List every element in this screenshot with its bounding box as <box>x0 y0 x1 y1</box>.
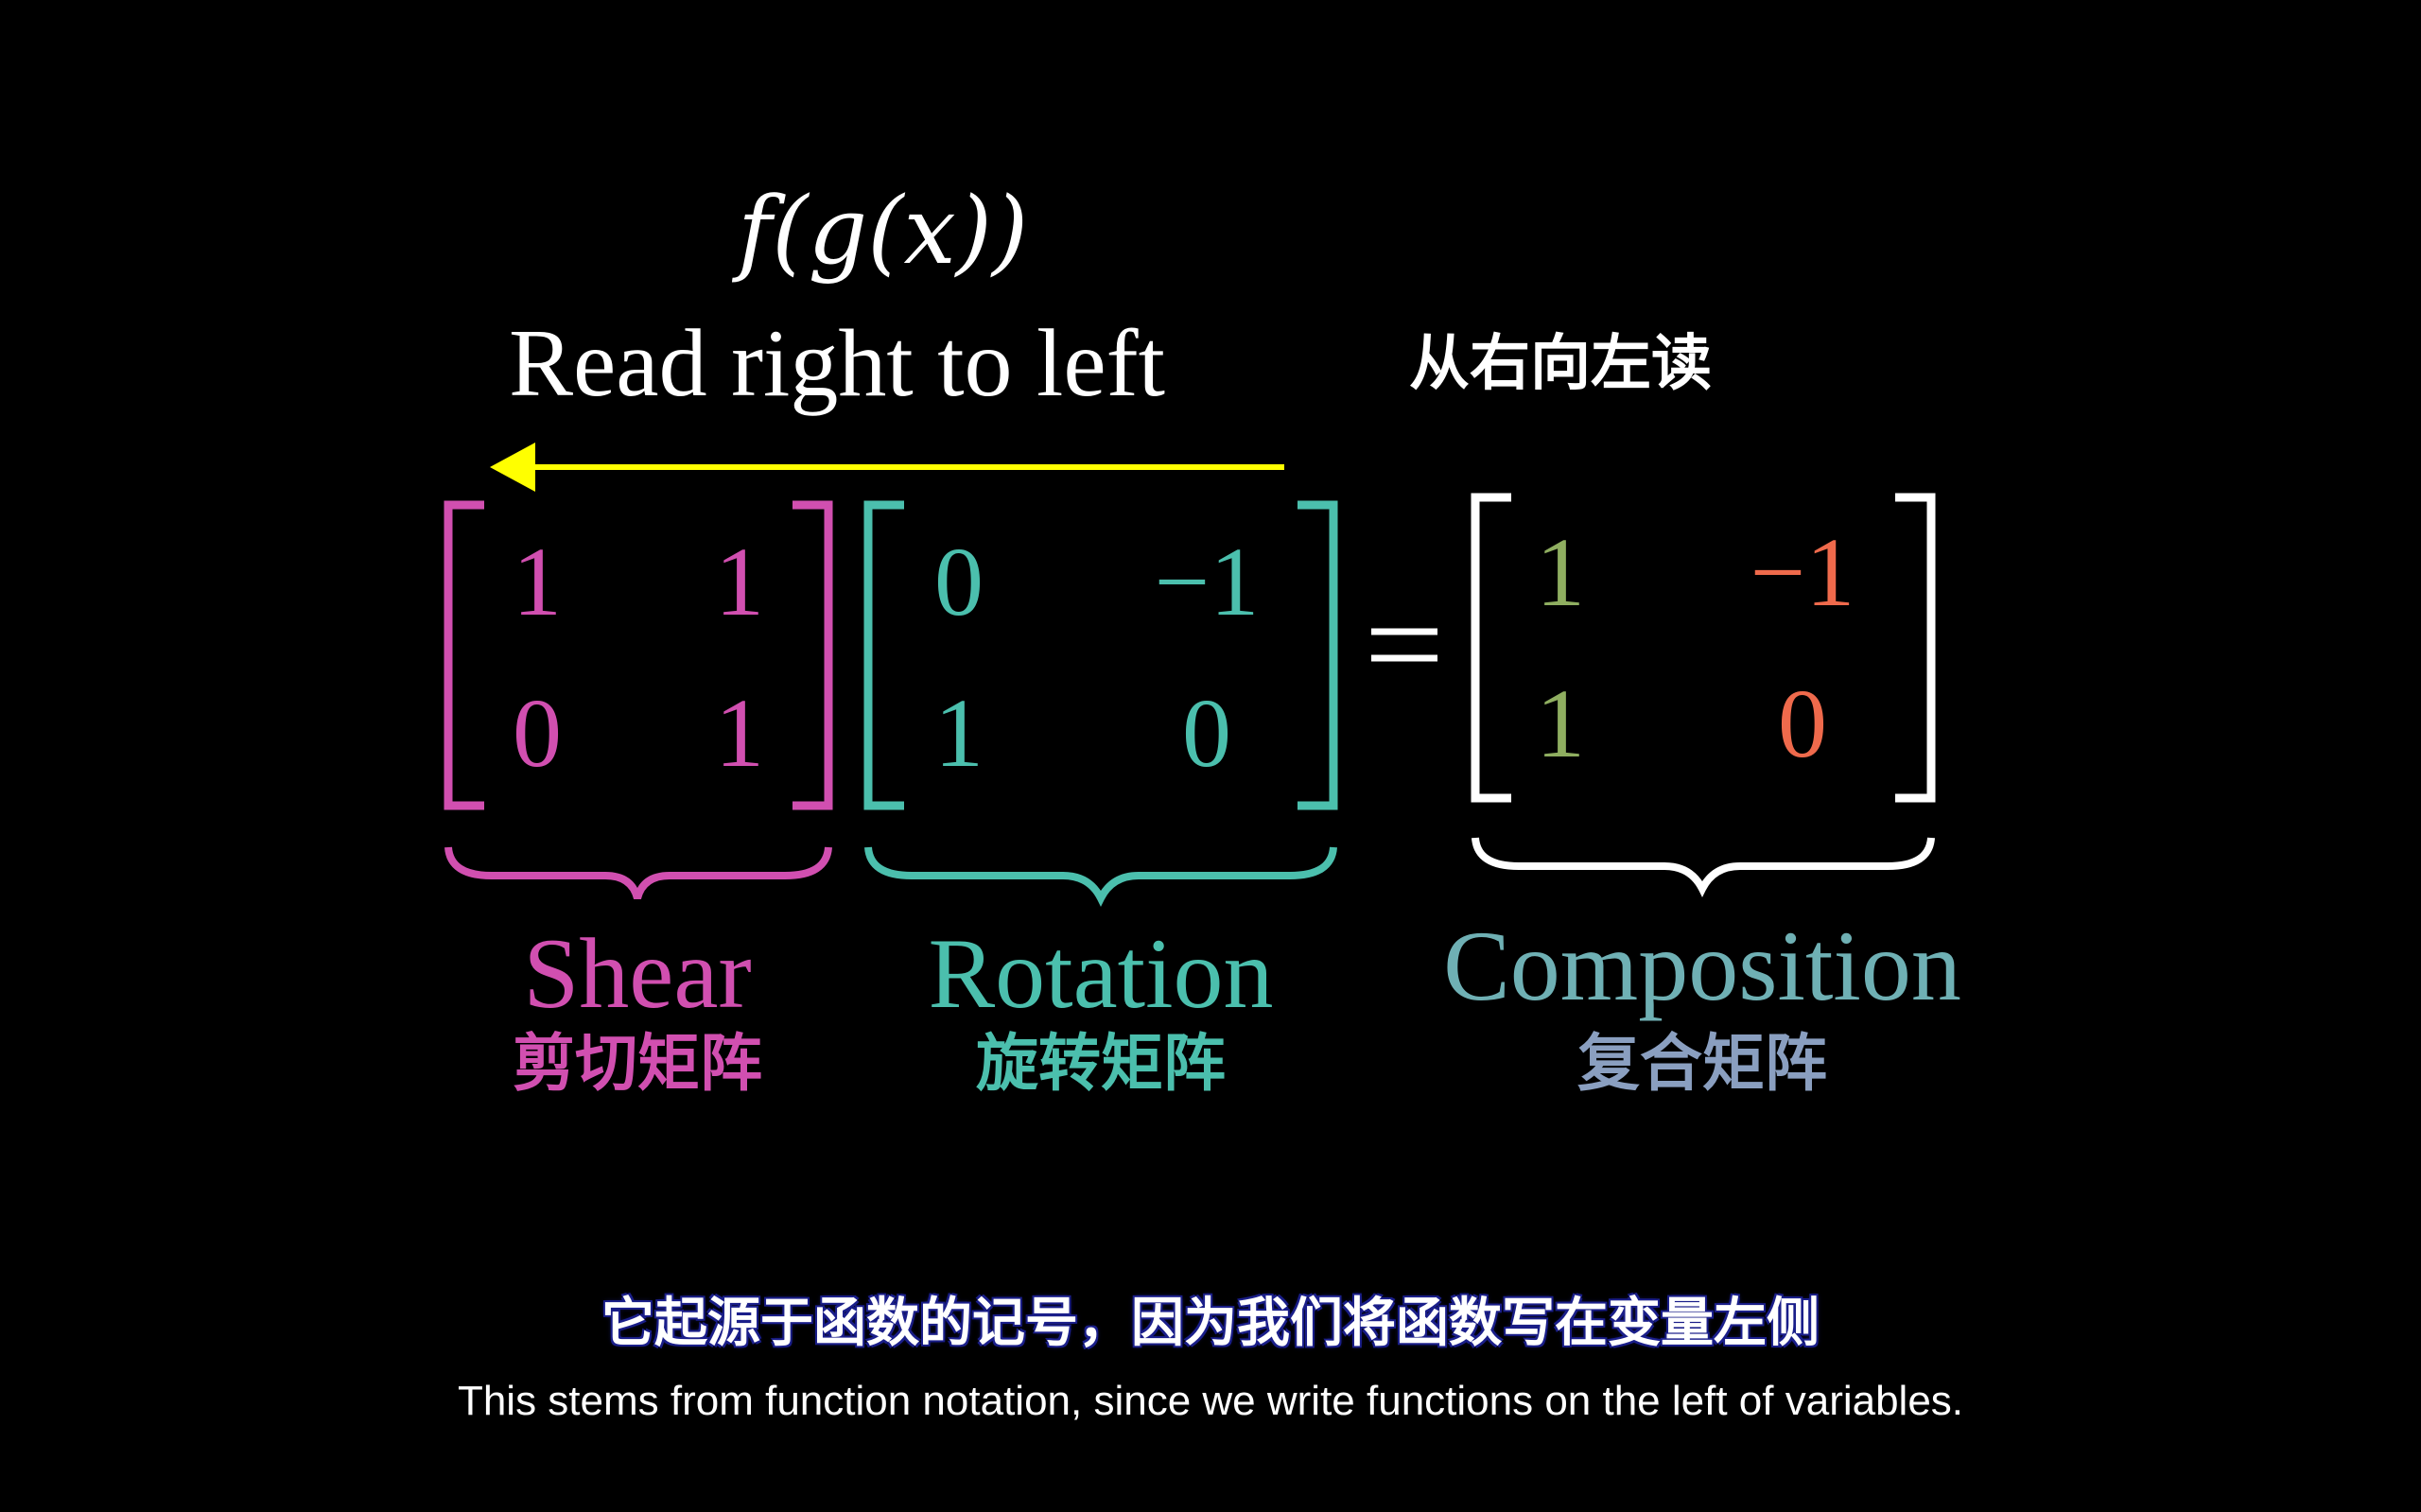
shear-label: Shear <box>523 918 752 1029</box>
composition-label: Composition <box>1443 911 1961 1021</box>
subtitle-en: This stems from function notation, since… <box>457 1378 1964 1424</box>
rotation-label: Rotation <box>928 918 1274 1029</box>
composition-label-cn: 复合矩阵 <box>1577 1027 1827 1100</box>
shear-entry-r1c1: 1 <box>513 528 562 636</box>
shear-label-cn: 剪切矩阵 <box>513 1027 762 1100</box>
shear-entry-r1c2: 1 <box>715 528 764 636</box>
subtitle-cn: 它起源于函数的记号，因为我们将函数写在变量左侧 <box>601 1293 1820 1354</box>
composition-entry-r2c1: 1 <box>1536 669 1585 778</box>
composition-entry-r1c1: 1 <box>1536 518 1585 627</box>
rotation-underbrace <box>864 846 1337 907</box>
shear-entry-r2c2: 1 <box>715 679 764 788</box>
rotation-entry-r2c1: 1 <box>934 679 984 788</box>
rotation-entry-r1c2: −1 <box>1154 528 1260 636</box>
direction-arrow-head <box>490 443 535 492</box>
composition-entry-r1c2: −1 <box>1750 518 1855 627</box>
equals-sign <box>1371 628 1437 662</box>
rotation-entry-r1c1: 0 <box>934 528 984 636</box>
rotation-entry-r2c2: 0 <box>1182 679 1231 788</box>
composition-underbrace <box>1472 837 1935 897</box>
shear-underbrace <box>444 846 832 900</box>
rotation-label-cn: 旋转矩阵 <box>976 1027 1226 1100</box>
composition-entry-r2c2: 0 <box>1778 669 1827 778</box>
shear-entry-r2c1: 0 <box>513 679 562 788</box>
